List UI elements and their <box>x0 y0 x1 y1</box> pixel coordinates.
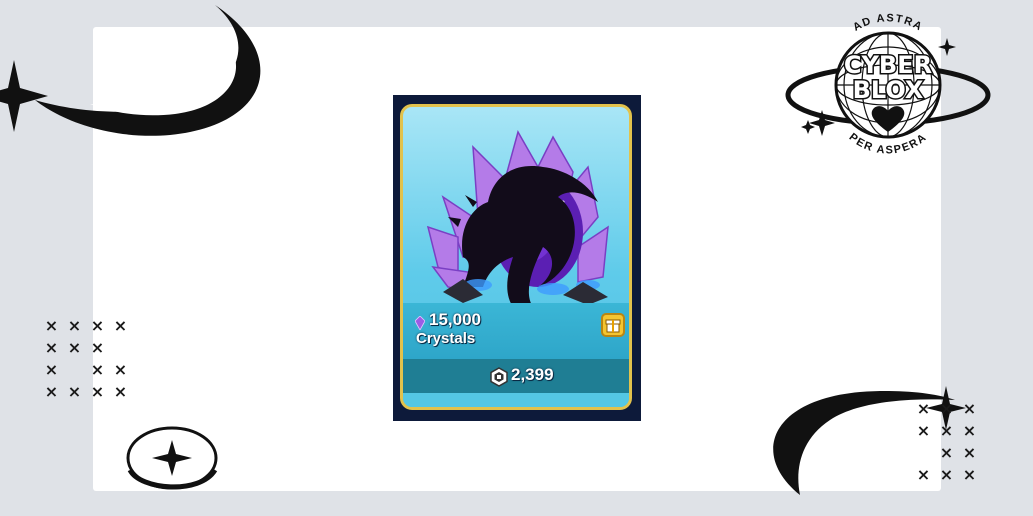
logo-top-text: AD ASTRA <box>851 12 925 33</box>
product-frame: 15,000 Crystals 2,399 <box>400 104 632 410</box>
gift-button[interactable] <box>601 313 625 337</box>
product-card[interactable]: 15,000 Crystals 2,399 <box>393 95 641 421</box>
sparkle-icon-top-left <box>0 60 48 132</box>
dragon-crystal-artwork <box>426 130 609 307</box>
sparkle-icon-bottom-left <box>152 440 192 476</box>
gift-icon <box>605 319 621 333</box>
item-name: Crystals <box>416 330 476 347</box>
x-pattern-left: × × × × × × × × × × × × × × <box>44 316 128 401</box>
crystal-icon <box>415 316 425 330</box>
bottom-strip <box>403 393 629 407</box>
crystal-amount: 15,000 <box>429 310 481 329</box>
logo-word-cyber: CYBER <box>844 51 932 79</box>
price-label[interactable]: 2,399 <box>511 365 554 385</box>
x-pattern-right: × × × × × × × × × × × <box>916 399 977 484</box>
logo-word-blox: BLOX <box>853 76 924 104</box>
robux-icon <box>490 367 508 387</box>
cyberblox-logo: AD ASTRA PER ASPERA CYBER BLOX <box>785 12 991 157</box>
